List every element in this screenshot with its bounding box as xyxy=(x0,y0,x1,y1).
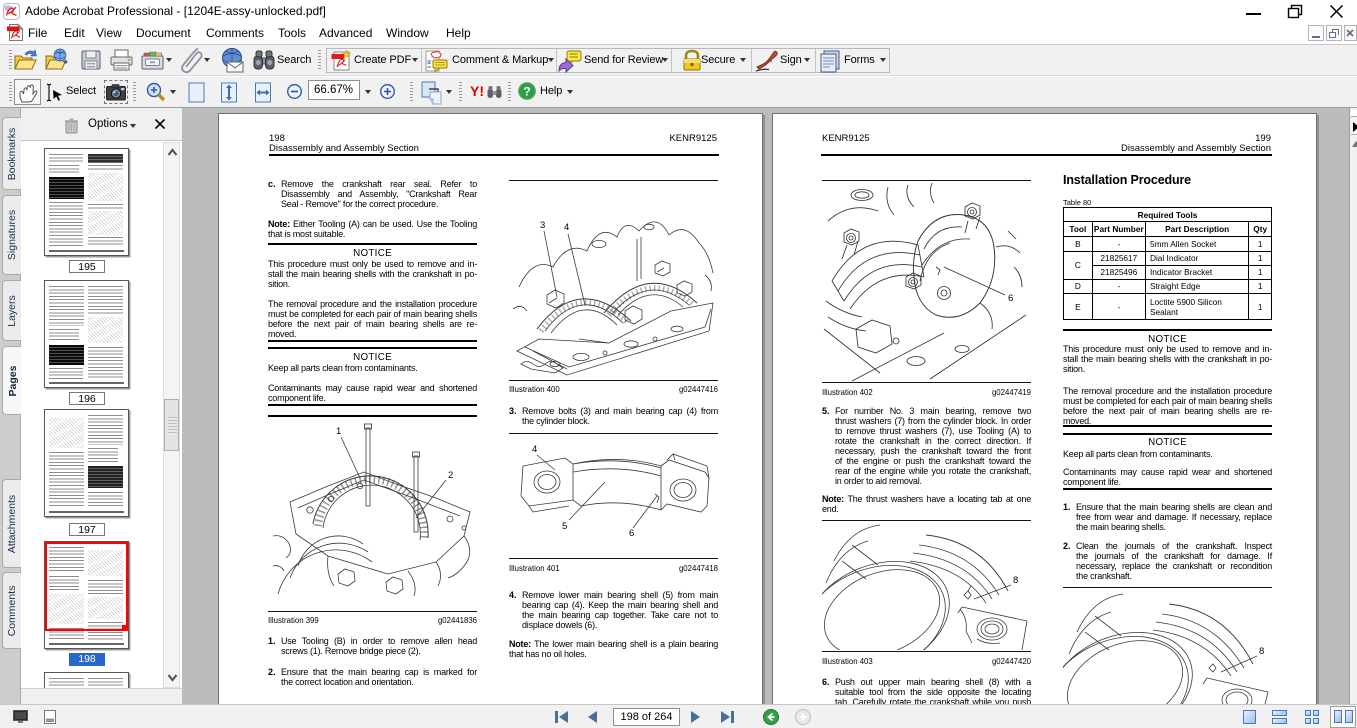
svg-text:2: 2 xyxy=(448,470,453,481)
svg-text:6: 6 xyxy=(1008,293,1013,304)
svg-text:3: 3 xyxy=(540,220,545,231)
svg-text:1: 1 xyxy=(336,426,341,437)
svg-text:8: 8 xyxy=(1259,646,1264,657)
svg-text:8: 8 xyxy=(1013,575,1018,586)
svg-text:6: 6 xyxy=(629,528,634,539)
svg-text:4: 4 xyxy=(564,222,569,233)
svg-text:5: 5 xyxy=(562,521,567,532)
svg-text:?: ? xyxy=(523,84,530,98)
svg-text:4: 4 xyxy=(532,444,537,455)
